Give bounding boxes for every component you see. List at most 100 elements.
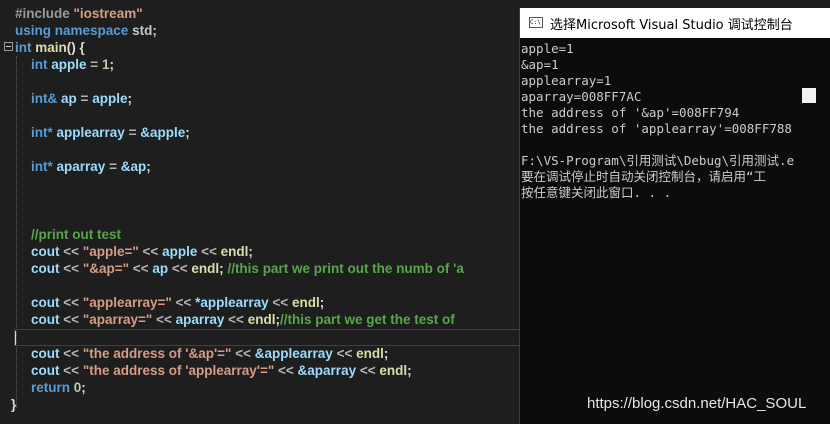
operator: << — [336, 346, 353, 361]
console-app-icon: C:\ — [529, 17, 543, 28]
endl-manipulator: endl — [379, 363, 408, 378]
include-string: "iostream" — [73, 6, 143, 21]
code-line-14[interactable]: //print out test — [0, 226, 121, 243]
punctuation: ; — [109, 57, 114, 72]
cout-object: cout — [31, 295, 60, 310]
code-line-4[interactable]: int apple = 1; — [0, 56, 114, 73]
punctuation: ; — [219, 261, 224, 276]
comment: //this part we get the test of — [279, 312, 455, 327]
watermark-url: https://blog.csdn.net/HAC_SOUL — [587, 395, 807, 412]
keyword: return — [31, 380, 71, 395]
operator: << — [359, 363, 376, 378]
type-keyword: int — [31, 57, 48, 72]
operator: << — [171, 261, 188, 276]
type-keyword: int& — [31, 91, 58, 106]
code-line-10[interactable]: int* aparray = &ap; — [0, 158, 151, 175]
code-line-16[interactable]: cout << "&ap=" << ap << endl; //this par… — [0, 260, 464, 277]
operator: << — [156, 312, 172, 327]
code-line-23[interactable]: return 0; — [0, 379, 86, 396]
operator: = — [128, 125, 137, 140]
function-name: main — [35, 40, 67, 55]
string-literal: "apple=" — [82, 244, 139, 259]
operator: = — [80, 91, 89, 106]
code-line-3[interactable]: int main() { — [0, 39, 85, 56]
operator: = — [90, 57, 99, 72]
console-output-line: applearray=1 — [521, 73, 612, 88]
operator: << — [63, 244, 80, 259]
code-line-1[interactable]: #include "iostream" — [0, 5, 143, 22]
console-output-line: apple=1 — [521, 41, 574, 56]
console-output-line: F:\VS-Program\引用测试\Debug\引用测试.e — [521, 153, 795, 168]
cout-object: cout — [31, 261, 60, 276]
variable: apple — [92, 91, 128, 106]
debug-console-window[interactable]: C:\ 选择Microsoft Visual Studio 调试控制台 appl… — [519, 8, 830, 424]
cout-object: cout — [31, 363, 60, 378]
string-literal: "aparray=" — [82, 312, 153, 327]
code-line-21[interactable]: cout << "the address of '&ap'=" << &appl… — [0, 345, 388, 362]
punctuation: ; — [185, 125, 190, 140]
operator: << — [278, 363, 294, 378]
preprocessor-directive: #include — [15, 6, 70, 21]
console-output-line: the address of 'applearray'=008FF788 — [521, 121, 792, 136]
code-line-6[interactable]: int& ap = apple; — [0, 90, 132, 107]
code-line-19[interactable]: cout << "aparray=" << aparray << endl;//… — [0, 311, 455, 328]
endl-manipulator: endl — [191, 261, 220, 276]
indent-guide — [16, 56, 18, 408]
keyword: namespace — [54, 23, 129, 38]
code-line-2[interactable]: using namespace std; — [0, 22, 157, 39]
variable: ap — [152, 261, 169, 276]
console-cursor — [802, 88, 816, 103]
variable: ap — [61, 91, 77, 106]
variable: aparray — [56, 159, 106, 174]
punctuation: ; — [319, 295, 325, 310]
variable: apple — [162, 244, 198, 259]
string-literal: "the address of 'applearray'=" — [82, 363, 275, 378]
punctuation: ; — [383, 346, 389, 361]
closing-brace: } — [11, 397, 17, 412]
variable: *applearray — [195, 295, 269, 310]
console-output-line: &ap=1 — [521, 57, 559, 72]
operator: << — [63, 261, 80, 276]
string-literal: "applearray=" — [82, 295, 172, 310]
comment: //print out test — [31, 227, 121, 242]
collapse-toggle-icon[interactable] — [4, 42, 13, 51]
operator: << — [63, 363, 80, 378]
variable: &aparray — [297, 363, 357, 378]
type-keyword: int* — [31, 125, 53, 140]
namespace-name: std; — [132, 23, 157, 38]
console-output-line: 要在调试停止时自动关闭控制台，请启用“工 — [521, 169, 767, 184]
console-title-bar[interactable]: C:\ 选择Microsoft Visual Studio 调试控制台 — [520, 8, 830, 38]
operator: << — [201, 244, 217, 259]
code-line-18[interactable]: cout << "applearray=" << *applearray << … — [0, 294, 324, 311]
variable: &apple — [140, 125, 186, 140]
current-line-highlight — [14, 329, 534, 346]
console-title: 选择Microsoft Visual Studio 调试控制台 — [550, 18, 793, 33]
operator: << — [132, 261, 149, 276]
variable: &ap — [120, 159, 147, 174]
endl-manipulator: endl — [220, 244, 249, 259]
variable: applearray — [56, 125, 125, 140]
code-line-8[interactable]: int* applearray = &apple; — [0, 124, 190, 141]
string-literal: "&ap=" — [82, 261, 130, 276]
string-literal: "the address of '&ap'=" — [82, 346, 232, 361]
keyword: using — [15, 23, 51, 38]
operator: << — [175, 295, 192, 310]
endl-manipulator: endl — [356, 346, 384, 361]
operator: << — [142, 244, 159, 259]
punctuation: ; — [127, 91, 132, 106]
code-line-15[interactable]: cout << "apple=" << apple << endl; — [0, 243, 253, 260]
comment: //this part we print out the numb of 'a — [227, 261, 464, 276]
type-keyword: int* — [31, 159, 53, 174]
code-line-24[interactable]: } — [0, 396, 17, 413]
endl-manipulator: endl — [247, 312, 276, 327]
punctuation: ; — [248, 244, 253, 259]
code-line-22[interactable]: cout << "the address of 'applearray'=" <… — [0, 362, 412, 379]
operator: << — [63, 312, 80, 327]
operator: << — [228, 312, 244, 327]
variable: apple — [51, 57, 87, 72]
punctuation: ; — [81, 380, 86, 395]
variable: aparray — [175, 312, 225, 327]
text-caret — [15, 331, 16, 345]
punctuation: () { — [66, 40, 85, 55]
console-output-line: aparray=008FF7AC — [521, 89, 642, 104]
